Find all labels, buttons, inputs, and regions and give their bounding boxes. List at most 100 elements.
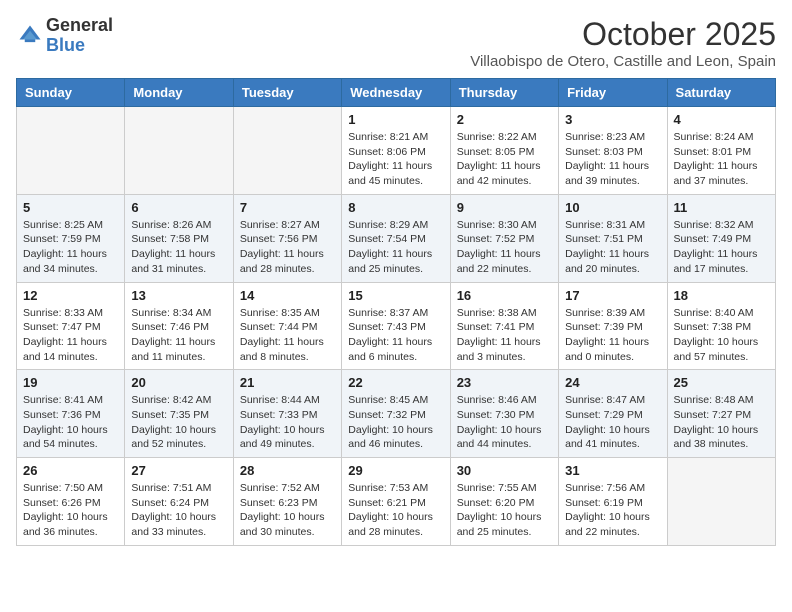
day-info: Sunrise: 8:21 AM Sunset: 8:06 PM Dayligh… (348, 130, 443, 189)
weekday-header-sunday: Sunday (17, 79, 125, 107)
day-info: Sunrise: 8:39 AM Sunset: 7:39 PM Dayligh… (565, 306, 660, 365)
calendar-table: SundayMondayTuesdayWednesdayThursdayFrid… (16, 78, 776, 546)
logo-text: General Blue (46, 16, 113, 56)
day-number: 7 (240, 200, 335, 215)
calendar-cell-5-6: 31Sunrise: 7:56 AM Sunset: 6:19 PM Dayli… (559, 458, 667, 546)
calendar-week-row-5: 26 Sunrise: 7:50 AM Sunset: 6:26 PM Dayli… (17, 458, 776, 546)
day-info: Sunrise: 8:41 AM Sunset: 7:36 PM Dayligh… (23, 393, 118, 452)
calendar-cell-1-1 (17, 107, 125, 195)
day-number: 29 (348, 463, 443, 478)
day-number: 26 (23, 463, 118, 478)
logo-blue-text: Blue (46, 35, 85, 55)
day-info: Sunrise: 7:51 AM Sunset: 6:24 PM Dayligh… (131, 481, 226, 540)
calendar-cell-2-1: 5Sunrise: 8:25 AM Sunset: 7:59 PM Daylig… (17, 194, 125, 282)
day-number: 22 (348, 375, 443, 390)
calendar-cell-4-6: 24 Sunrise: 8:47 AM Sunset: 7:29 PM Dayli… (559, 370, 667, 458)
calendar-cell-5-5: 30 Sunrise: 7:55 AM Sunset: 6:20 PM Dayli… (450, 458, 558, 546)
day-number: 30 (457, 463, 552, 478)
day-info: Sunrise: 7:52 AM Sunset: 6:23 PM Dayligh… (240, 481, 335, 540)
calendar-cell-2-4: 8Sunrise: 8:29 AM Sunset: 7:54 PM Daylig… (342, 194, 450, 282)
day-info: Sunrise: 8:42 AM Sunset: 7:35 PM Dayligh… (131, 393, 226, 452)
day-info: Sunrise: 8:38 AM Sunset: 7:41 PM Dayligh… (457, 306, 552, 365)
calendar-cell-4-3: 21Sunrise: 8:44 AM Sunset: 7:33 PM Dayli… (233, 370, 341, 458)
location-subtitle: Villaobispo de Otero, Castille and Leon,… (470, 53, 776, 70)
calendar-cell-4-7: 25 Sunrise: 8:48 AM Sunset: 7:27 PM Dayli… (667, 370, 775, 458)
calendar-cell-2-6: 10 Sunrise: 8:31 AM Sunset: 7:51 PM Dayli… (559, 194, 667, 282)
calendar-cell-4-5: 23 Sunrise: 8:46 AM Sunset: 7:30 PM Dayli… (450, 370, 558, 458)
day-info: Sunrise: 7:56 AM Sunset: 6:19 PM Dayligh… (565, 481, 660, 540)
calendar-cell-3-2: 13Sunrise: 8:34 AM Sunset: 7:46 PM Dayli… (125, 282, 233, 370)
day-info: Sunrise: 8:35 AM Sunset: 7:44 PM Dayligh… (240, 306, 335, 365)
day-number: 24 (565, 375, 660, 390)
calendar-cell-4-1: 19 Sunrise: 8:41 AM Sunset: 7:36 PM Dayli… (17, 370, 125, 458)
day-info: Sunrise: 8:29 AM Sunset: 7:54 PM Dayligh… (348, 218, 443, 277)
day-info: Sunrise: 7:55 AM Sunset: 6:20 PM Dayligh… (457, 481, 552, 540)
calendar-week-row-3: 12Sunrise: 8:33 AM Sunset: 7:47 PM Dayli… (17, 282, 776, 370)
day-number: 18 (674, 288, 769, 303)
day-info: Sunrise: 8:31 AM Sunset: 7:51 PM Dayligh… (565, 218, 660, 277)
day-number: 15 (348, 288, 443, 303)
day-number: 9 (457, 200, 552, 215)
day-info: Sunrise: 8:23 AM Sunset: 8:03 PM Dayligh… (565, 130, 660, 189)
calendar-cell-5-2: 27Sunrise: 7:51 AM Sunset: 6:24 PM Dayli… (125, 458, 233, 546)
calendar-cell-3-7: 18 Sunrise: 8:40 AM Sunset: 7:38 PM Dayli… (667, 282, 775, 370)
day-number: 3 (565, 112, 660, 127)
day-number: 19 (23, 375, 118, 390)
day-info: Sunrise: 8:44 AM Sunset: 7:33 PM Dayligh… (240, 393, 335, 452)
day-info: Sunrise: 8:22 AM Sunset: 8:05 PM Dayligh… (457, 130, 552, 189)
calendar-cell-1-6: 3 Sunrise: 8:23 AM Sunset: 8:03 PM Daylig… (559, 107, 667, 195)
calendar-cell-3-5: 16 Sunrise: 8:38 AM Sunset: 7:41 PM Dayli… (450, 282, 558, 370)
logo: General Blue (16, 16, 113, 56)
day-number: 13 (131, 288, 226, 303)
day-number: 23 (457, 375, 552, 390)
weekday-header-saturday: Saturday (667, 79, 775, 107)
page-header: General Blue October 2025 Villaobispo de… (16, 16, 776, 70)
calendar-cell-3-4: 15 Sunrise: 8:37 AM Sunset: 7:43 PM Dayli… (342, 282, 450, 370)
title-block: October 2025 Villaobispo de Otero, Casti… (470, 16, 776, 70)
day-info: Sunrise: 7:50 AM Sunset: 6:26 PM Dayligh… (23, 481, 118, 540)
calendar-cell-5-4: 29 Sunrise: 7:53 AM Sunset: 6:21 PM Dayli… (342, 458, 450, 546)
weekday-header-thursday: Thursday (450, 79, 558, 107)
day-info: Sunrise: 8:46 AM Sunset: 7:30 PM Dayligh… (457, 393, 552, 452)
calendar-cell-3-1: 12Sunrise: 8:33 AM Sunset: 7:47 PM Dayli… (17, 282, 125, 370)
month-title: October 2025 (470, 16, 776, 53)
calendar-cell-2-5: 9Sunrise: 8:30 AM Sunset: 7:52 PM Daylig… (450, 194, 558, 282)
day-number: 1 (348, 112, 443, 127)
day-info: Sunrise: 8:47 AM Sunset: 7:29 PM Dayligh… (565, 393, 660, 452)
calendar-cell-2-3: 7 Sunrise: 8:27 AM Sunset: 7:56 PM Daylig… (233, 194, 341, 282)
calendar-week-row-4: 19 Sunrise: 8:41 AM Sunset: 7:36 PM Dayli… (17, 370, 776, 458)
weekday-header-tuesday: Tuesday (233, 79, 341, 107)
day-info: Sunrise: 8:48 AM Sunset: 7:27 PM Dayligh… (674, 393, 769, 452)
calendar-week-row-2: 5Sunrise: 8:25 AM Sunset: 7:59 PM Daylig… (17, 194, 776, 282)
day-number: 20 (131, 375, 226, 390)
calendar-cell-2-2: 6 Sunrise: 8:26 AM Sunset: 7:58 PM Daylig… (125, 194, 233, 282)
weekday-header-monday: Monday (125, 79, 233, 107)
logo-icon (16, 22, 44, 50)
day-number: 5 (23, 200, 118, 215)
day-info: Sunrise: 8:26 AM Sunset: 7:58 PM Dayligh… (131, 218, 226, 277)
day-number: 28 (240, 463, 335, 478)
day-info: Sunrise: 8:37 AM Sunset: 7:43 PM Dayligh… (348, 306, 443, 365)
calendar-cell-1-4: 1 Sunrise: 8:21 AM Sunset: 8:06 PM Daylig… (342, 107, 450, 195)
calendar-week-row-1: 1 Sunrise: 8:21 AM Sunset: 8:06 PM Daylig… (17, 107, 776, 195)
calendar-cell-3-3: 14Sunrise: 8:35 AM Sunset: 7:44 PM Dayli… (233, 282, 341, 370)
weekday-header-row: SundayMondayTuesdayWednesdayThursdayFrid… (17, 79, 776, 107)
calendar-cell-3-6: 17Sunrise: 8:39 AM Sunset: 7:39 PM Dayli… (559, 282, 667, 370)
day-number: 11 (674, 200, 769, 215)
calendar-cell-4-2: 20 Sunrise: 8:42 AM Sunset: 7:35 PM Dayli… (125, 370, 233, 458)
day-info: Sunrise: 8:24 AM Sunset: 8:01 PM Dayligh… (674, 130, 769, 189)
calendar-cell-2-7: 11 Sunrise: 8:32 AM Sunset: 7:49 PM Dayli… (667, 194, 775, 282)
day-number: 2 (457, 112, 552, 127)
day-number: 6 (131, 200, 226, 215)
calendar-cell-5-1: 26 Sunrise: 7:50 AM Sunset: 6:26 PM Dayli… (17, 458, 125, 546)
calendar-cell-5-7 (667, 458, 775, 546)
day-info: Sunrise: 8:27 AM Sunset: 7:56 PM Dayligh… (240, 218, 335, 277)
day-number: 16 (457, 288, 552, 303)
day-info: Sunrise: 7:53 AM Sunset: 6:21 PM Dayligh… (348, 481, 443, 540)
day-info: Sunrise: 8:40 AM Sunset: 7:38 PM Dayligh… (674, 306, 769, 365)
day-info: Sunrise: 8:32 AM Sunset: 7:49 PM Dayligh… (674, 218, 769, 277)
calendar-cell-1-2 (125, 107, 233, 195)
day-number: 10 (565, 200, 660, 215)
day-number: 25 (674, 375, 769, 390)
calendar-cell-1-3 (233, 107, 341, 195)
